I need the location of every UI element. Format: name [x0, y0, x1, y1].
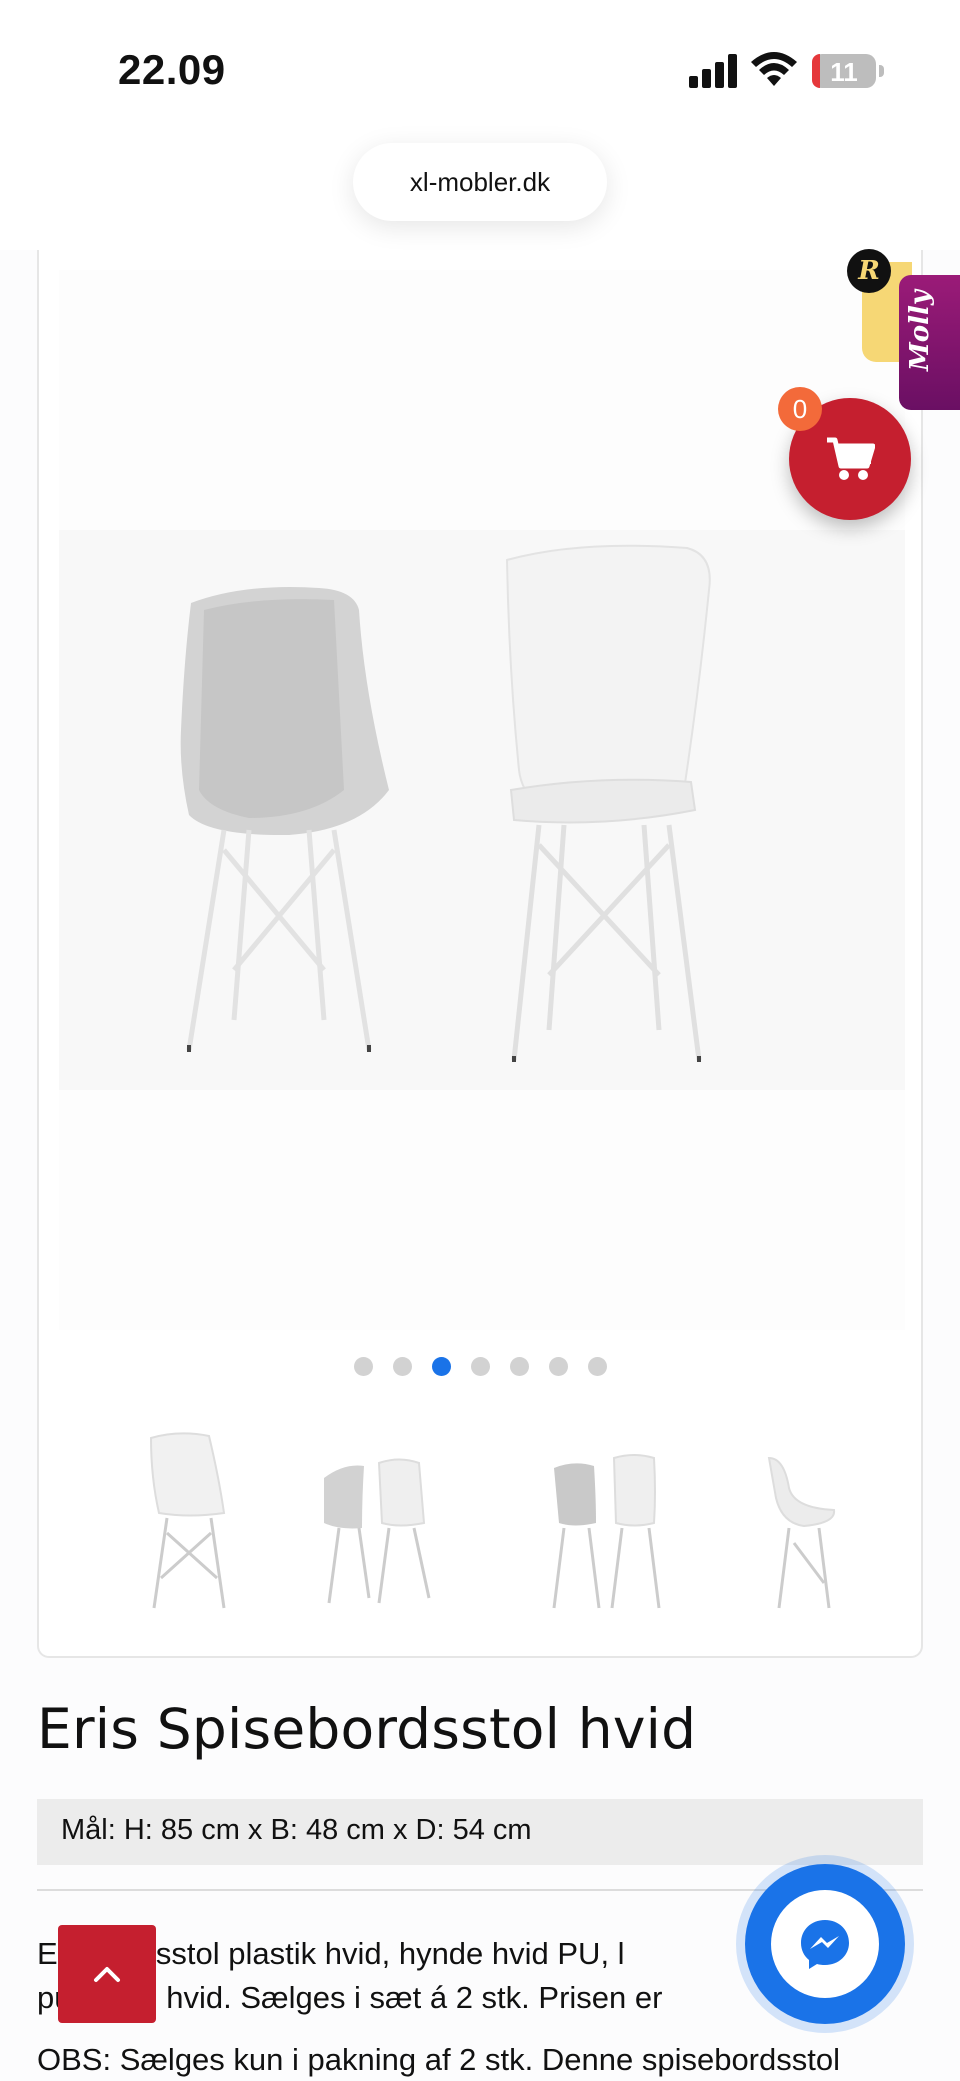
- battery-level: 11: [830, 57, 858, 87]
- product-obs-note: OBS: Sælges kun i pakning af 2 stk. Denn…: [37, 2042, 840, 2077]
- gallery-dot[interactable]: [509, 1357, 529, 1376]
- gallery-dot[interactable]: [392, 1357, 412, 1376]
- thumbnail-chair-side[interactable]: [724, 1418, 924, 1628]
- product-dimensions: Mål: H: 85 cm x B: 48 cm x D: 54 cm: [61, 1814, 532, 1846]
- cart-icon: [827, 437, 875, 480]
- chevron-up-icon: [94, 1967, 120, 1982]
- status-time: 22.09: [118, 46, 226, 93]
- gallery-dot-active[interactable]: [431, 1357, 451, 1376]
- url-bar[interactable]: xl-mobler.dk: [353, 143, 607, 221]
- battery-icon: 11: [812, 54, 884, 88]
- gallery-dot[interactable]: [470, 1357, 490, 1376]
- cart-count-badge: 0: [778, 387, 822, 431]
- gallery-dot[interactable]: [548, 1357, 568, 1376]
- messenger-icon: [801, 1920, 849, 1969]
- product-main-image[interactable]: [59, 270, 905, 1330]
- thumbnail-chairs-back-front[interactable]: [504, 1418, 704, 1628]
- molly-label: Molly: [905, 290, 935, 371]
- messenger-chat-button[interactable]: [736, 1855, 914, 2033]
- gallery-pagination: [39, 1357, 921, 1376]
- gallery-thumbnails: [39, 1418, 925, 1628]
- scroll-to-top-button[interactable]: [58, 1925, 156, 2023]
- rating-badge-icon[interactable]: R: [847, 249, 891, 293]
- molly-chat-tab[interactable]: Molly: [899, 275, 960, 410]
- cellular-signal-icon: [689, 54, 739, 88]
- gallery-dot[interactable]: [587, 1357, 607, 1376]
- product-dimensions-box: Mål: H: 85 cm x B: 48 cm x D: 54 cm: [37, 1799, 923, 1865]
- status-bar: 22.09 11: [0, 0, 960, 140]
- product-title: Eris Spisebordsstol hvid: [37, 1697, 697, 1761]
- thumbnail-chair-front[interactable]: [79, 1418, 279, 1628]
- wifi-icon: [751, 52, 797, 86]
- thumbnail-chairs-pair-angle[interactable]: [284, 1418, 484, 1628]
- gallery-dot[interactable]: [353, 1357, 373, 1376]
